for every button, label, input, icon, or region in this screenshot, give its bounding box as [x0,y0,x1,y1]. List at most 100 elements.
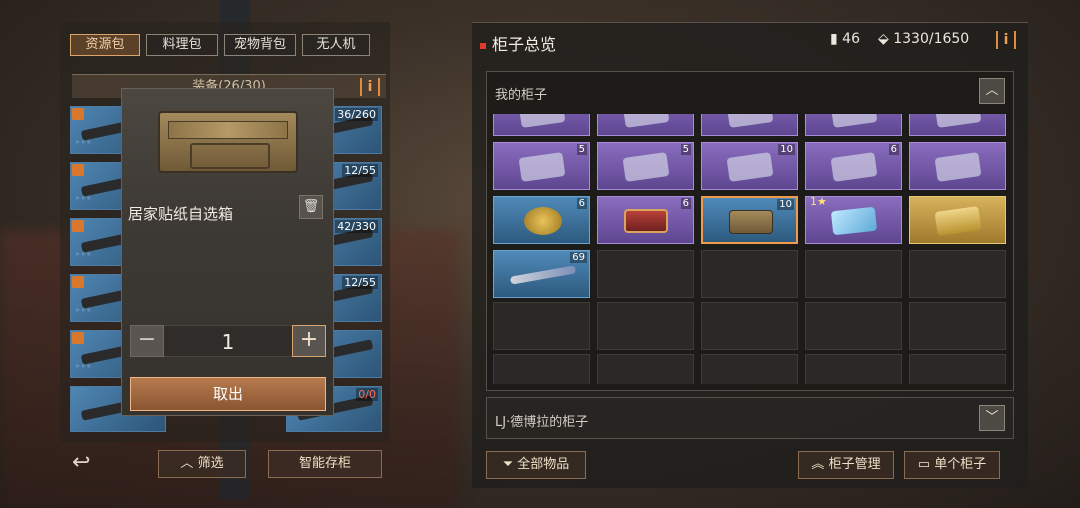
expand-down-icon[interactable]: ﹀ [979,405,1005,431]
locker-overview-panel: 柜子总览 ▮ 46 ⬙ 1330/1650 i 我的柜子 ︿ 5 5 10 6 … [472,22,1028,488]
empty-slot[interactable] [597,250,694,298]
all-items-label: 全部物品 [517,457,570,472]
rarity-dots: ◦◦◦ [75,250,93,259]
locker-manage-button[interactable]: ︽ 柜子管理 [798,451,894,479]
empty-slot[interactable] [701,302,798,350]
increase-button[interactable]: + [292,325,326,357]
empty-slot[interactable] [701,250,798,298]
all-items-filter-button[interactable]: ⏷ 全部物品 [486,451,586,479]
back-icon[interactable]: ↩ [72,452,98,474]
capacity-value: 1330/1650 [893,31,970,47]
ammo-count: 42/330 [335,220,378,233]
rarity-dots: ◦◦◦ [75,194,93,203]
locker-item-slot[interactable]: 6 [597,196,694,244]
empty-slot[interactable] [909,354,1006,384]
empty-slot[interactable] [909,250,1006,298]
locker-item-slot[interactable]: 69 [493,250,590,298]
tab-pet-bag[interactable]: 宠物背包 [224,34,296,56]
locker-item-slot-selected[interactable]: 10 [701,196,798,244]
item-count: 10 [778,144,795,155]
quantity-stepper: − 1 + [130,325,326,357]
red-chest-icon [624,209,668,233]
empty-slot[interactable] [597,302,694,350]
locker-item-slot[interactable] [909,114,1006,136]
tab-cooking-pack[interactable]: 料理包 [146,34,218,56]
fire-icon [72,276,84,288]
locker-item-slot[interactable]: 5 [597,142,694,190]
locker-item-slot[interactable] [909,196,1006,244]
item-count: 69 [570,252,587,263]
chest-icon [158,111,298,173]
double-up-icon: ︿ [180,456,194,471]
locker-item-slot[interactable]: 1★ [805,195,902,244]
empty-slot[interactable] [493,302,590,350]
locker-item-slot[interactable] [805,114,902,136]
item-name: 居家贴纸自选箱 [128,205,234,223]
locker-count: ▮ 46 [830,31,860,47]
info-icon[interactable]: i [360,78,380,96]
item-count: 5 [680,144,691,155]
capacity-count: ⬙ 1330/1650 [878,31,969,47]
locker-item-slot[interactable]: 10 [701,142,798,190]
ammo-count: 12/55 [342,276,378,289]
card-icon [830,206,878,236]
clothing-icon [934,114,982,128]
filter-button[interactable]: ︿ 筛选 [158,450,246,478]
title-marker [480,42,486,49]
double-up-icon: ︽ [811,457,825,472]
monitor-icon: ▭ [917,457,931,472]
locker-item-slot[interactable] [701,114,798,136]
item-detail-popup: 居家贴纸自选箱 🗑 − 1 + 取出 [121,88,334,416]
collapse-up-icon[interactable]: ︿ [979,78,1005,104]
clothing-icon [622,152,670,182]
coin-bowl-icon [524,207,562,235]
tab-drone[interactable]: 无人机 [302,34,370,56]
locker-item-slot[interactable] [493,114,590,136]
empty-slot[interactable] [805,302,902,350]
gear-icon [72,220,84,232]
clothing-icon [830,114,878,128]
rarity-dots: ◦◦◦ [75,138,93,147]
take-out-button[interactable]: 取出 [130,377,326,411]
empty-slot[interactable] [597,354,694,384]
item-count: 6 [888,144,899,155]
locker-item-slot[interactable] [597,114,694,136]
star-icon: 1★ [810,195,827,208]
locker-item-slot[interactable]: 6 [493,196,590,244]
tab-resource-pack[interactable]: 资源包 [70,34,140,56]
other-locker-section[interactable]: LJ·德博拉的柜子 ﹀ [486,397,1014,439]
locker-item-slot[interactable] [909,142,1006,190]
item-count: 10 [777,199,794,210]
empty-slot[interactable] [805,250,902,298]
other-locker-label: LJ·德博拉的柜子 [495,415,589,430]
info-icon[interactable]: i [996,31,1016,49]
wrench-icon [509,265,577,285]
decrease-button[interactable]: − [130,325,164,357]
trash-icon[interactable]: 🗑 [299,195,323,219]
panel-title-text: 柜子总览 [492,35,557,54]
locker-item-slot[interactable]: 5 [493,142,590,190]
my-locker-section: 我的柜子 ︿ 5 5 10 6 6 6 10 1★ 69 [486,71,1014,391]
quantity-input[interactable]: 1 [164,325,292,357]
locker-item-slot[interactable]: 6 [805,142,902,190]
fire-icon [72,164,84,176]
clothing-icon [934,152,982,182]
clothing-icon [726,152,774,182]
my-locker-label: 我的柜子 [495,88,548,103]
filter-label: 筛选 [197,456,224,471]
empty-slot[interactable] [701,354,798,384]
single-locker-button[interactable]: ▭ 单个柜子 [904,451,1000,479]
empty-slot[interactable] [909,302,1006,350]
box-stack-icon: ⬙ [878,31,894,47]
ammo-count: 12/55 [342,164,378,177]
item-count: 6 [680,198,691,209]
smart-store-button[interactable]: 智能存柜 [268,450,382,478]
clothing-icon [622,114,670,128]
rarity-dots: ◦◦◦ [75,362,93,371]
item-count: 5 [576,144,587,155]
filter-icon: ⏷ [502,457,514,472]
empty-slot[interactable] [493,354,590,384]
empty-slot[interactable] [805,354,902,384]
locker-icon: ▮ [830,31,843,47]
chest-icon [729,210,773,234]
